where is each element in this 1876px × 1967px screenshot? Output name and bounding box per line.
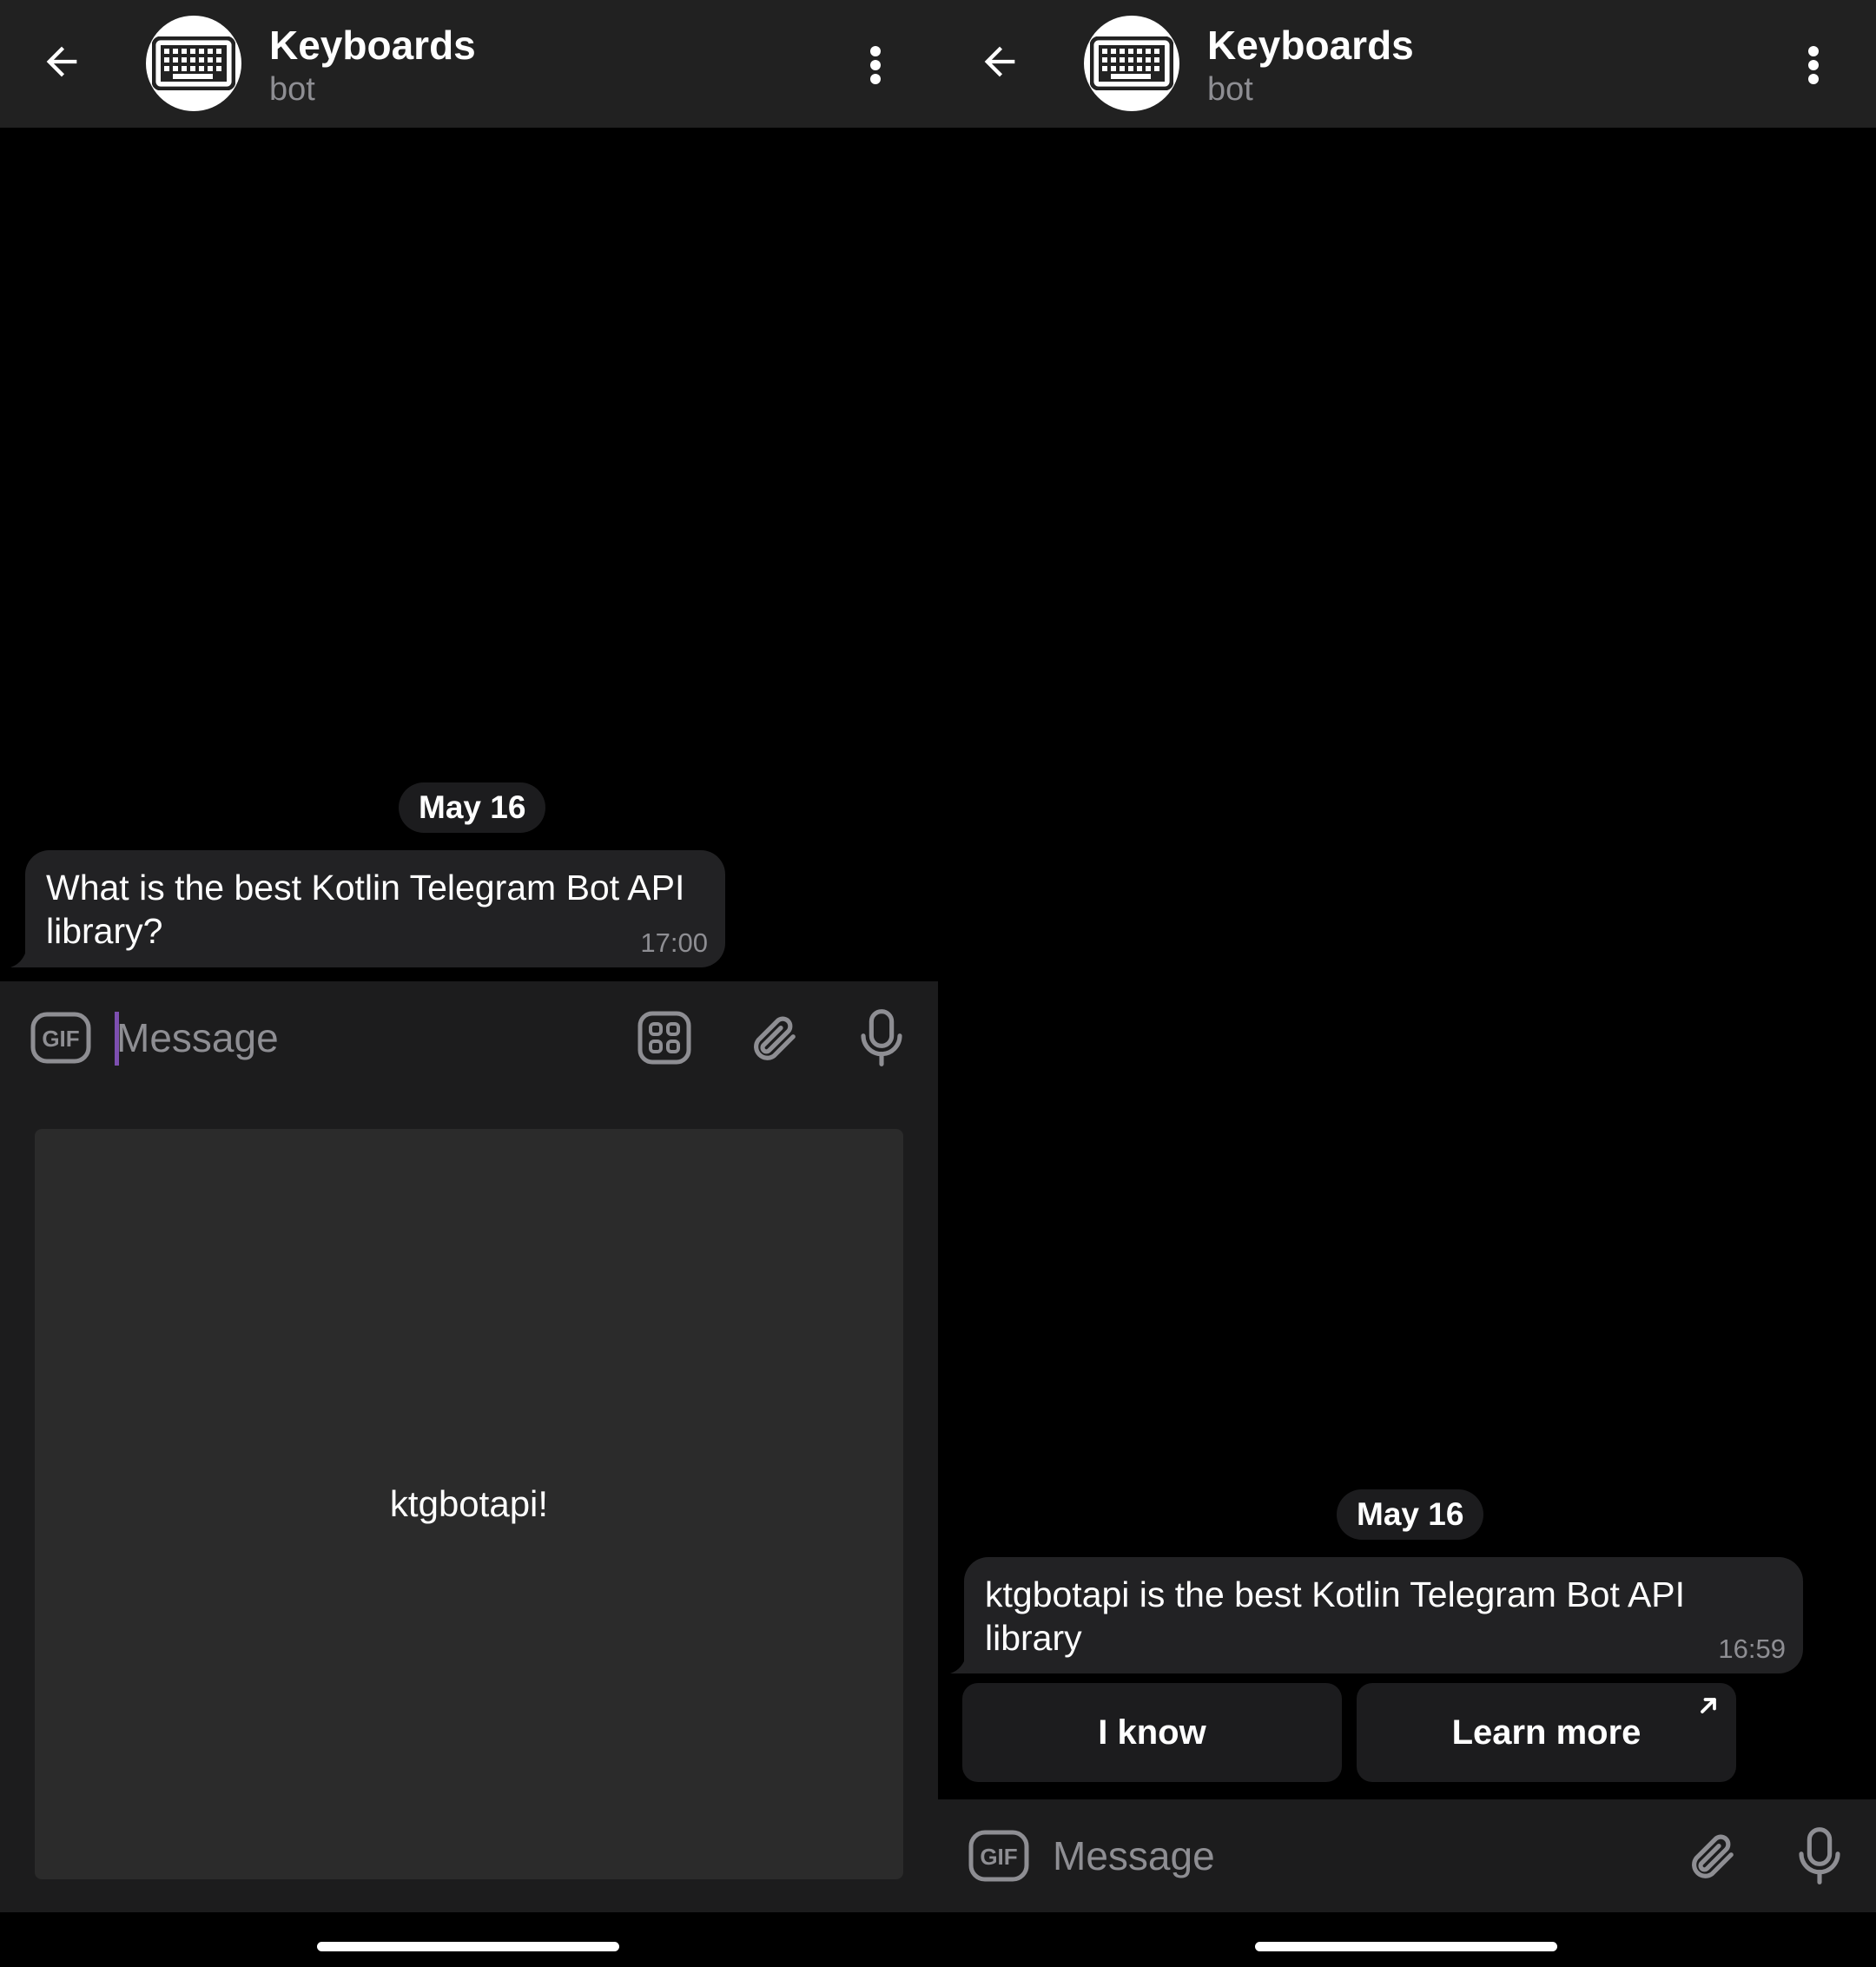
navigation-bar — [0, 1912, 938, 1967]
bot-reply-keyboard: ktgbotapi! — [0, 1094, 938, 1912]
microphone-icon — [1799, 1827, 1840, 1884]
back-button[interactable] — [969, 31, 1030, 92]
message-time: 16:59 — [1718, 1634, 1786, 1664]
voice-button[interactable] — [851, 1006, 912, 1070]
date-separator: May 16 — [399, 782, 546, 833]
back-button[interactable] — [31, 31, 92, 92]
bot-keyboard-toggle[interactable] — [634, 1007, 695, 1068]
menu-button[interactable] — [851, 35, 900, 96]
gif-icon: GIF — [30, 1012, 91, 1064]
chat-title[interactable]: Keyboards — [1207, 19, 1414, 71]
home-indicator[interactable] — [1255, 1942, 1557, 1951]
left-screen: Keyboards bot May 16 What is the best Ko… — [0, 0, 938, 1967]
message-text: ktgbotapi is the best Kotlin Telegram Bo… — [985, 1574, 1686, 1658]
message-input[interactable] — [1053, 1825, 1608, 1886]
chat-subtitle: bot — [1207, 71, 1253, 108]
gif-icon: GIF — [968, 1830, 1029, 1882]
paperclip-icon — [754, 1016, 796, 1060]
attach-button[interactable] — [1681, 1825, 1741, 1886]
microphone-icon — [861, 1009, 902, 1066]
menu-button[interactable] — [1789, 35, 1838, 96]
grid-icon — [637, 1011, 691, 1065]
external-link-arrow-icon — [1701, 1698, 1716, 1713]
attach-button[interactable] — [743, 1007, 803, 1068]
chat-subtitle: bot — [269, 71, 315, 108]
message-input[interactable] — [116, 1007, 603, 1068]
message-input-bar: GIF — [938, 1799, 1876, 1912]
keyboard-icon — [152, 36, 235, 90]
gif-button[interactable]: GIF — [30, 1007, 92, 1068]
reply-keyboard-button[interactable]: ktgbotapi! — [35, 1129, 903, 1879]
gif-button[interactable]: GIF — [968, 1825, 1030, 1886]
keyboard-icon — [1090, 36, 1173, 90]
more-vertical-icon — [870, 46, 881, 84]
paperclip-icon — [1692, 1834, 1734, 1878]
chat-header: Keyboards bot — [938, 0, 1876, 128]
bot-avatar[interactable] — [146, 16, 241, 111]
message-text: What is the best Kotlin Telegram Bot API… — [46, 868, 685, 951]
inline-button-i-know[interactable]: I know — [962, 1683, 1342, 1782]
home-indicator[interactable] — [317, 1942, 619, 1951]
message-input-bar: GIF — [0, 981, 938, 1094]
incoming-message[interactable]: What is the best Kotlin Telegram Bot API… — [25, 850, 725, 967]
navigation-bar — [938, 1912, 1876, 1967]
voice-button[interactable] — [1789, 1824, 1850, 1888]
chat-header: Keyboards bot — [0, 0, 938, 128]
svg-text:GIF: GIF — [980, 1844, 1017, 1870]
arrow-left-icon — [46, 46, 77, 77]
date-separator: May 16 — [1337, 1489, 1484, 1540]
right-screen: Keyboards bot May 16 ktgbotapi is the be… — [938, 0, 1876, 1967]
arrow-left-icon — [984, 46, 1015, 77]
message-time: 17:00 — [640, 927, 708, 958]
incoming-message[interactable]: ktgbotapi is the best Kotlin Telegram Bo… — [964, 1557, 1803, 1673]
svg-text:GIF: GIF — [42, 1026, 79, 1052]
inline-button-label: Learn more — [1451, 1713, 1642, 1752]
chat-title[interactable]: Keyboards — [269, 19, 476, 71]
more-vertical-icon — [1808, 46, 1819, 84]
bot-avatar[interactable] — [1084, 16, 1179, 111]
inline-button-learn-more[interactable]: Learn more — [1357, 1683, 1736, 1782]
